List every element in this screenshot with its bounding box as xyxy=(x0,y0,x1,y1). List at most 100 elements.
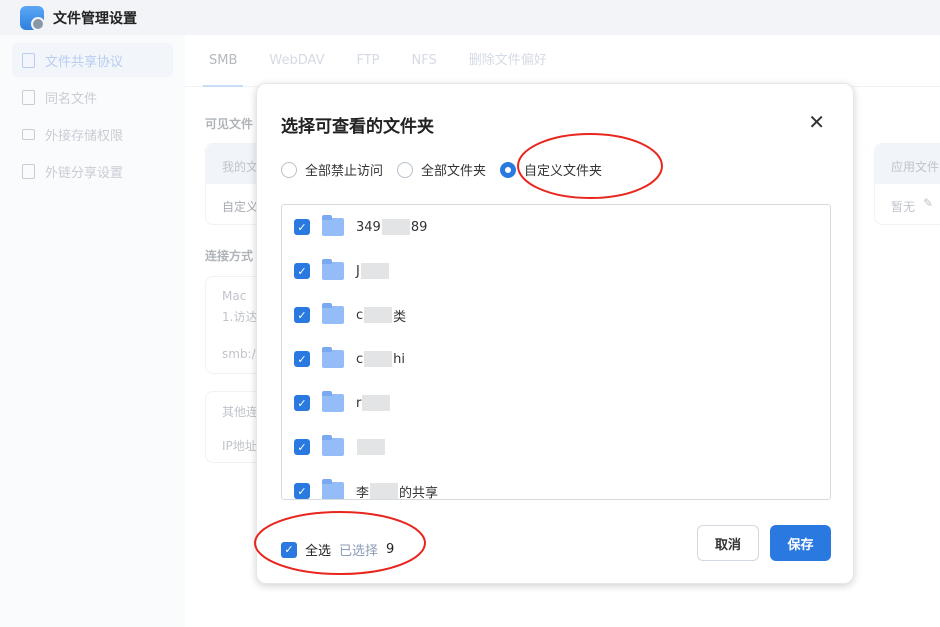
sidebar: 文件共享协议 同名文件 外接存储权限 外链分享设置 xyxy=(0,35,185,627)
radio-label: 全部禁止访问 xyxy=(305,164,384,179)
folder-row[interactable]: ✓ 李 的共享 xyxy=(294,479,439,500)
folder-name-suffix: 的共享 xyxy=(399,485,439,500)
tab-smb[interactable]: SMB xyxy=(202,35,244,87)
selected-count-label: 已选择 xyxy=(339,544,379,559)
mac-step: 1.访达 xyxy=(222,310,258,324)
folder-row[interactable]: ✓ J xyxy=(294,259,390,283)
folder-row[interactable]: ✓ xyxy=(294,435,386,459)
folder-name-prefix: 349 xyxy=(356,219,381,235)
tab-nfs[interactable]: NFS xyxy=(412,35,437,87)
tab-delete-pref[interactable]: 删除文件偏好 xyxy=(469,35,547,87)
folder-name: 349 89 xyxy=(356,219,427,235)
sidebar-item-label: 文件共享协议 xyxy=(45,54,124,70)
folder-name: J xyxy=(356,263,390,279)
sidebar-item-label: 同名文件 xyxy=(45,91,98,107)
app-files-label: 应用文件 xyxy=(891,160,940,174)
select-folders-dialog: 选择可查看的文件夹 ✕ 全部禁止访问 全部文件夹 自定义文件夹 ✓ 349 89 ✓ J… xyxy=(256,83,854,584)
sidebar-item-link-share[interactable]: 外链分享设置 xyxy=(12,154,173,188)
close-icon[interactable]: ✕ xyxy=(808,110,825,134)
drive-icon xyxy=(22,128,35,140)
folder-row[interactable]: ✓ r xyxy=(294,391,391,415)
dialog-title: 选择可查看的文件夹 xyxy=(281,117,434,137)
redacted-blur xyxy=(357,439,385,455)
cancel-button[interactable]: 取消 xyxy=(697,525,759,561)
section-connect: 连接方式 xyxy=(205,249,254,263)
folder-name-suffix: hi xyxy=(393,351,406,367)
folder-name-prefix: 李 xyxy=(356,485,370,500)
folder-name-prefix: c xyxy=(356,351,364,367)
redacted-blur xyxy=(364,307,393,323)
folder-checkbox[interactable]: ✓ xyxy=(294,263,310,279)
folder-checkbox[interactable]: ✓ xyxy=(294,483,310,499)
radio-custom-folders[interactable]: 自定义文件夹 xyxy=(500,160,602,179)
folder-name-prefix: r xyxy=(356,395,362,411)
redacted-blur xyxy=(370,483,399,499)
smb-address: smb:/ xyxy=(222,347,256,361)
folder-name: r xyxy=(356,395,391,411)
tab-bar: SMB WebDAV FTP NFS 删除文件偏好 xyxy=(185,35,940,87)
radio-circle[interactable] xyxy=(397,161,414,178)
folder-icon xyxy=(322,215,344,236)
sidebar-item-external-storage[interactable]: 外接存储权限 xyxy=(12,117,173,151)
folder-checkbox[interactable]: ✓ xyxy=(294,219,310,235)
share-icon xyxy=(22,163,35,179)
folder-checkbox[interactable]: ✓ xyxy=(294,439,310,455)
select-all-label[interactable]: 全选 xyxy=(305,540,331,559)
folder-checkbox[interactable]: ✓ xyxy=(294,351,310,367)
app-files-value: 暂无 xyxy=(891,200,916,214)
folder-name: c类 xyxy=(356,306,406,325)
mac-label: Mac xyxy=(222,289,247,303)
folder-row[interactable]: ✓ 349 89 xyxy=(294,215,427,239)
section-visible-folders: 可见文件 xyxy=(205,117,254,131)
tab-ftp[interactable]: FTP xyxy=(356,35,379,87)
folder-name-suffix: 89 xyxy=(410,219,428,235)
save-button[interactable]: 保存 xyxy=(770,525,831,561)
folder-checkbox[interactable]: ✓ xyxy=(294,395,310,411)
ip-label: IP地址 xyxy=(222,439,257,453)
app-title: 文件管理设置 xyxy=(53,10,137,27)
folder-icon xyxy=(322,347,344,368)
folder-name-prefix: J xyxy=(356,263,360,279)
sidebar-item-label: 外链分享设置 xyxy=(45,165,124,181)
tab-webdav[interactable]: WebDAV xyxy=(269,35,324,87)
radio-label: 自定义文件夹 xyxy=(524,164,603,179)
radio-label: 全部文件夹 xyxy=(421,164,487,179)
folder-name xyxy=(356,439,386,455)
folder-name-suffix: 类 xyxy=(393,309,407,325)
sidebar-item-same-name[interactable]: 同名文件 xyxy=(12,80,173,114)
redacted-blur xyxy=(362,395,391,411)
folder-checkbox[interactable]: ✓ xyxy=(294,307,310,323)
radio-circle[interactable] xyxy=(281,161,297,178)
file-icon xyxy=(22,89,35,105)
folder-list[interactable]: ✓ 349 89 ✓ J ✓ c 类 ✓ c hi ✓ r ✓ ✓ 李的共享 xyxy=(281,204,831,500)
folder-row[interactable]: ✓ c 类 xyxy=(294,303,406,327)
redacted-blur xyxy=(381,219,410,235)
radio-circle-selected[interactable] xyxy=(500,161,517,178)
radio-all-folders[interactable]: 全部文件夹 xyxy=(397,160,486,179)
folder-icon xyxy=(322,435,344,456)
other-label: 其他连 xyxy=(222,405,259,419)
sidebar-item-share-protocol[interactable]: 文件共享协议 xyxy=(12,43,173,77)
app-folder-gear-icon xyxy=(20,5,45,31)
radio-deny-all[interactable]: 全部禁止访问 xyxy=(281,160,383,179)
redacted-blur xyxy=(364,351,393,367)
edit-pencil-icon[interactable]: ✎ xyxy=(923,196,933,210)
folder-row[interactable]: ✓ c hi xyxy=(294,347,405,371)
redacted-blur xyxy=(360,263,389,279)
sidebar-item-label: 外接存储权限 xyxy=(45,128,124,144)
access-mode-radio-group: 全部禁止访问 全部文件夹 自定义文件夹 xyxy=(281,160,602,179)
select-all-checkbox[interactable]: ✓ xyxy=(281,541,297,558)
selected-count: 9 xyxy=(386,542,395,557)
document-icon xyxy=(22,52,35,68)
my-files-label: 我的文 xyxy=(222,160,259,174)
folder-icon xyxy=(322,303,344,324)
title-bar: 文件管理设置 xyxy=(0,0,940,35)
folder-name: c hi xyxy=(356,351,405,367)
custom-label: 自定义 xyxy=(222,200,259,214)
folder-icon xyxy=(322,259,344,280)
folder-icon xyxy=(322,391,344,412)
folder-name: 李 的共享 xyxy=(356,482,439,500)
folder-name-prefix: c xyxy=(356,307,364,323)
folder-icon xyxy=(322,479,344,499)
dialog-footer: ✓ 全选 已选择 9 xyxy=(281,540,394,559)
